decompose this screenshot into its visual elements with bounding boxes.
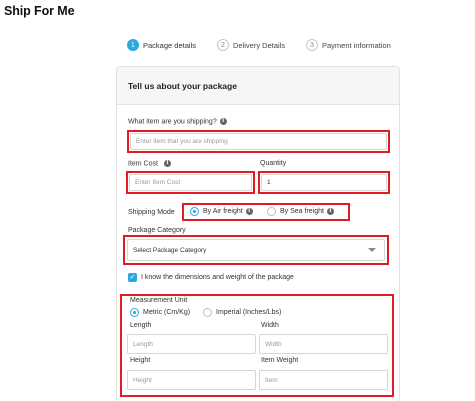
step-number: 3 <box>306 39 318 51</box>
radio-air-freight[interactable]: By Air freight i <box>190 207 253 216</box>
category-label: Package Category <box>128 227 186 234</box>
width-input[interactable]: Width <box>259 334 388 354</box>
step-number: 1 <box>127 39 139 51</box>
radio-label: By Air freight <box>203 208 243 215</box>
item-weight-label: Item Weight <box>261 357 299 364</box>
shipping-mode-label: Shipping Mode <box>128 209 175 216</box>
item-label-text: What item are you shipping? <box>128 118 217 126</box>
step-label: Package details <box>143 40 196 50</box>
card-title: Tell us about your package <box>128 81 237 91</box>
dimensions-checkbox-label: I know the dimensions and weight of the … <box>141 274 294 281</box>
page-title: Ship For Me <box>4 4 75 18</box>
radio-dot <box>190 207 199 216</box>
radio-dot <box>203 308 212 317</box>
measurement-unit-label: Measurement Unit <box>130 297 188 304</box>
item-weight-input[interactable]: Item <box>259 370 388 390</box>
card-header: Tell us about your package <box>117 67 399 105</box>
step-payment-information[interactable]: 3 Payment information <box>306 39 391 51</box>
length-label: Length <box>130 322 152 329</box>
radio-sea-freight[interactable]: By Sea freight i <box>267 207 334 216</box>
select-value: Select Package Category <box>133 246 207 254</box>
item-label: What item are you shipping? i <box>128 118 227 125</box>
step-package-details[interactable]: 1 Package details <box>127 39 196 51</box>
info-icon[interactable]: i <box>219 118 227 125</box>
radio-label: Metric (Cm/Kg) <box>143 309 191 316</box>
info-icon[interactable]: i <box>326 208 334 215</box>
cost-label-text: Item Cost <box>128 160 158 168</box>
chevron-down-icon <box>368 248 376 252</box>
quantity-label: Quantity <box>260 160 287 167</box>
width-label: Width <box>261 322 279 329</box>
item-cost-input[interactable]: Enter Item Cost <box>129 174 252 191</box>
length-input[interactable]: Length <box>127 334 256 354</box>
radio-metric[interactable]: Metric (Cm/Kg) <box>130 308 190 317</box>
radio-label: Imperial (Inches/Lbs) <box>216 309 282 316</box>
step-number: 2 <box>217 39 229 51</box>
step-delivery-details[interactable]: 2 Delivery Details <box>217 39 285 51</box>
item-input[interactable]: Enter item that you are shipping <box>130 133 387 150</box>
radio-dot <box>130 308 139 317</box>
checkmark-icon: ✓ <box>129 273 136 281</box>
height-input[interactable]: Height <box>127 370 256 390</box>
radio-dot <box>267 207 276 216</box>
dimensions-checkbox[interactable]: ✓ <box>128 273 137 282</box>
quantity-input[interactable]: 1 <box>261 174 387 191</box>
radio-imperial[interactable]: Imperial (Inches/Lbs) <box>203 308 281 317</box>
package-category-select[interactable]: Select Package Category <box>127 239 385 261</box>
height-label: Height <box>130 357 151 364</box>
step-label: Delivery Details <box>233 40 286 50</box>
step-label: Payment information <box>322 40 391 50</box>
info-icon[interactable]: i <box>163 160 171 167</box>
radio-label: By Sea freight <box>280 208 324 215</box>
cost-label: Item Cost i <box>128 160 171 167</box>
info-icon[interactable]: i <box>245 208 253 215</box>
